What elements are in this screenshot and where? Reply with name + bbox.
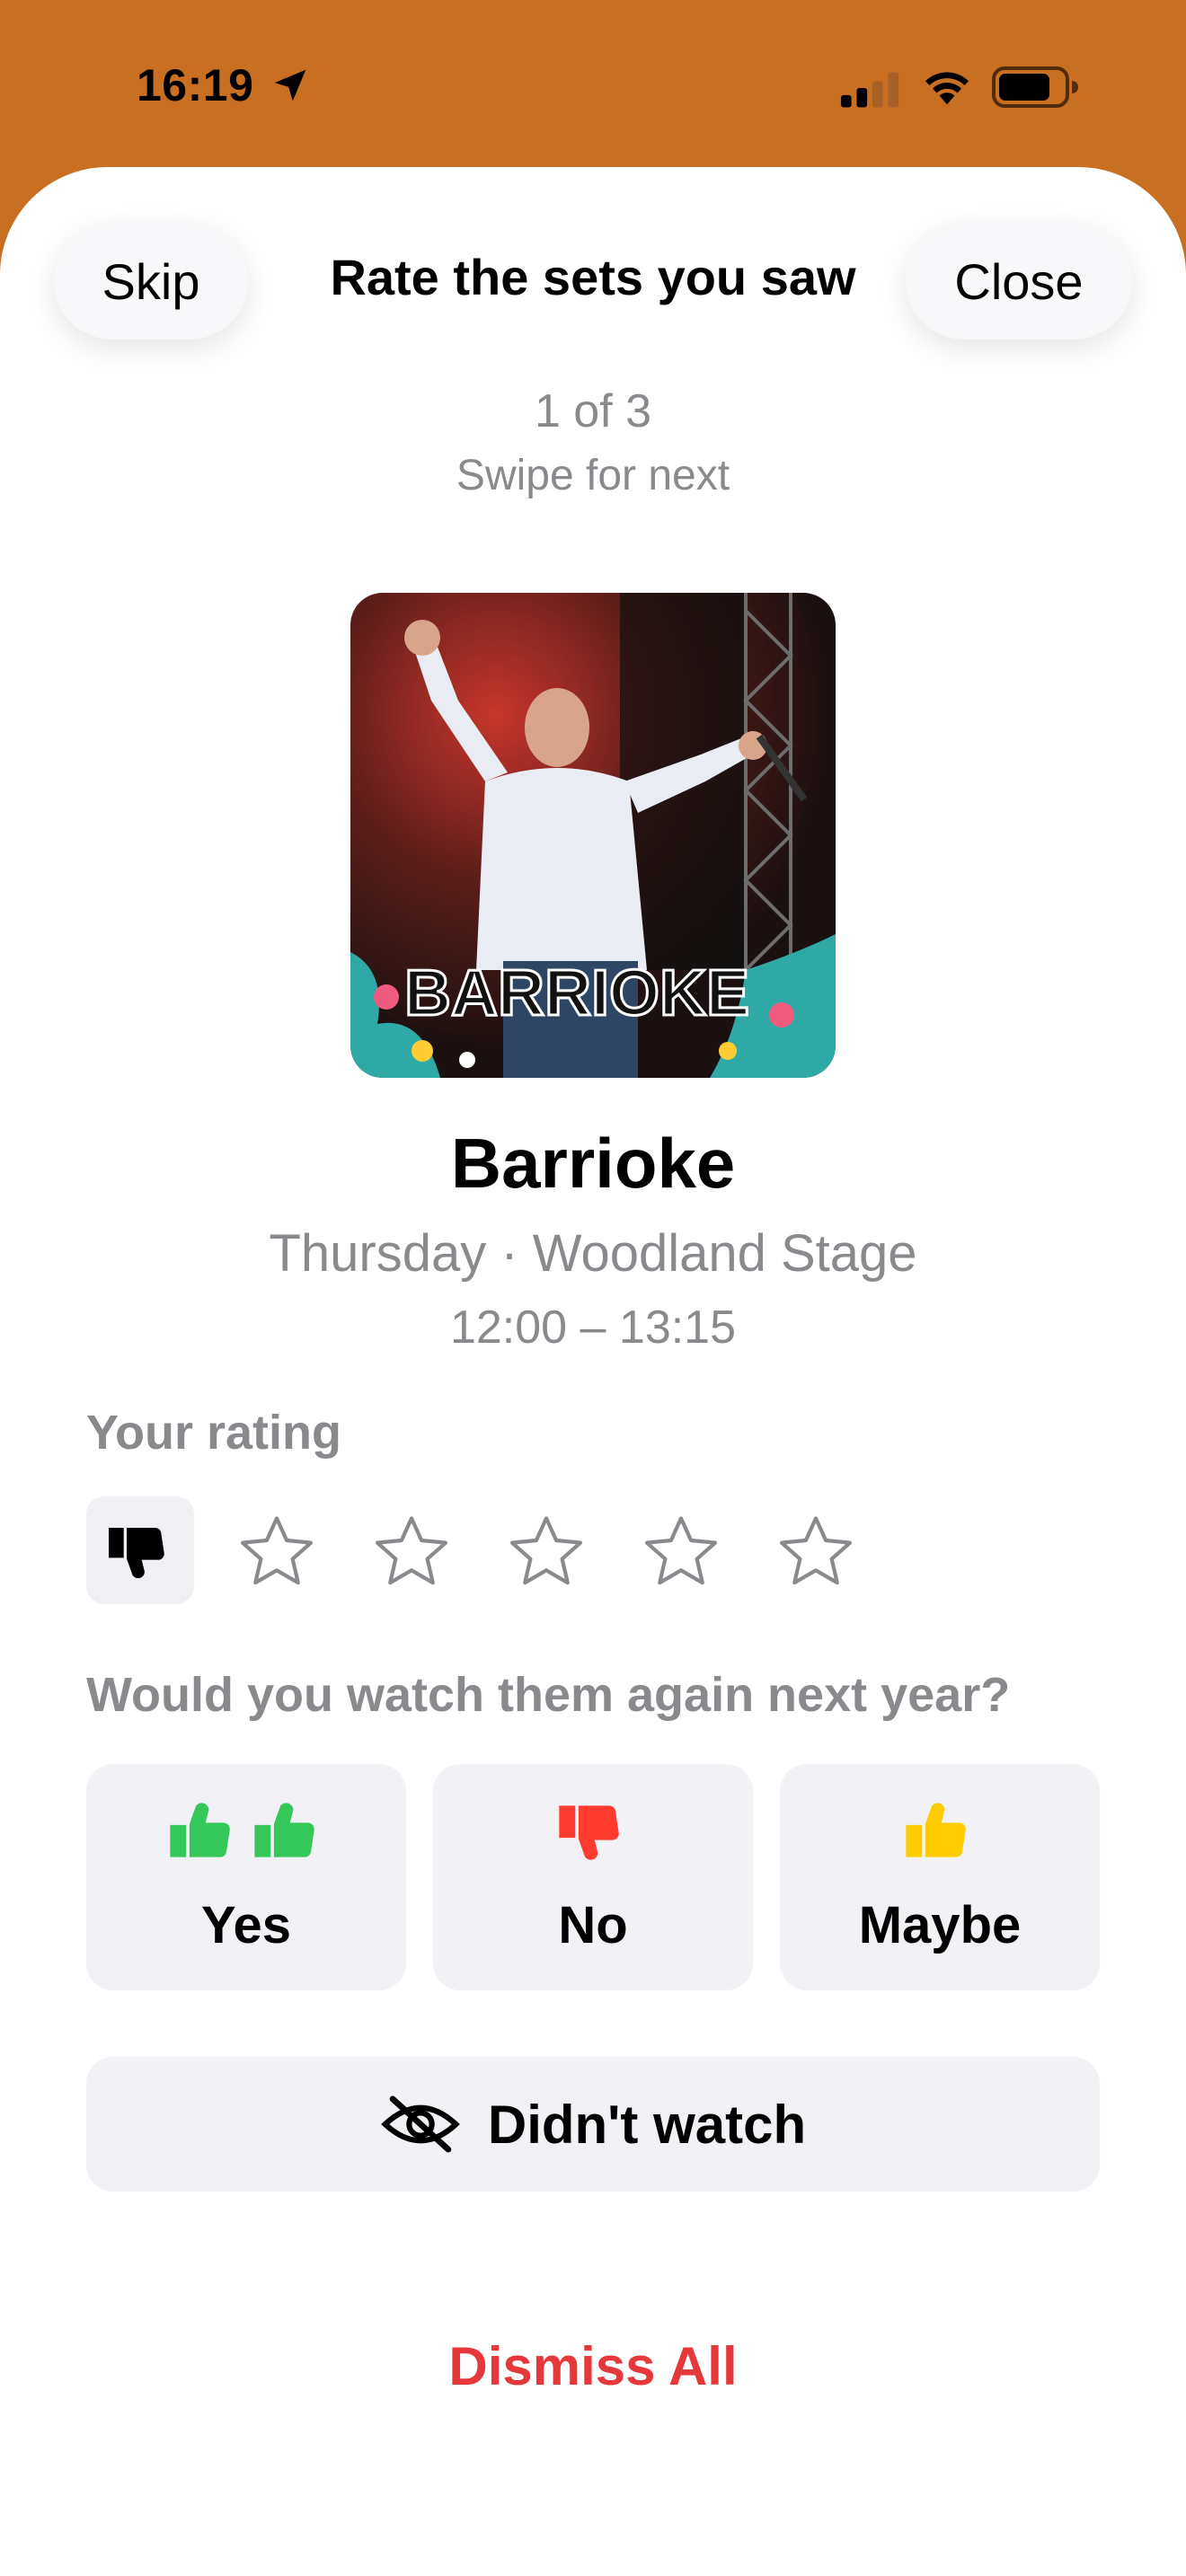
thumbs-down-rating-button[interactable] (86, 1496, 194, 1604)
thumbs-up-icon (170, 1803, 230, 1857)
star-rating-4[interactable] (640, 1511, 722, 1593)
star-rating-3[interactable] (505, 1511, 588, 1593)
no-button[interactable]: No (433, 1764, 753, 1990)
dismiss-all-button[interactable]: Dismiss All (0, 2335, 1186, 2397)
didnt-watch-label: Didn't watch (487, 2094, 807, 2155)
set-counter: 1 of 3 (534, 385, 652, 437)
status-time: 16:19 (137, 60, 254, 110)
status-bar: 16:19 (0, 0, 1186, 171)
close-button[interactable]: Close (906, 223, 1132, 340)
set-day-stage: Thursday · Woodland Stage (269, 1224, 917, 1283)
sheet-title: Rate the sets you saw (330, 249, 856, 305)
no-label: No (558, 1896, 628, 1954)
yes-label: Yes (201, 1896, 291, 1954)
thumbs-up-icon (906, 1803, 966, 1857)
thumbs-down-icon (559, 1805, 619, 1860)
star-rating-1[interactable] (235, 1511, 318, 1593)
watch-again-question: Would you watch them again next year? (86, 1668, 1011, 1722)
set-time: 12:00 – 13:15 (449, 1301, 737, 1354)
didnt-watch-button[interactable]: Didn't watch (86, 2057, 1100, 2192)
eye-slash-icon (380, 2095, 460, 2153)
artist-artwork: BARRIOKE (350, 593, 836, 1078)
artwork-logo-text: BARRIOKE (404, 957, 749, 1029)
location-arrow-icon (274, 69, 306, 101)
star-rating-2[interactable] (370, 1511, 453, 1593)
rating-label: Your rating (86, 1406, 342, 1460)
wifi-icon (925, 72, 969, 105)
cellular-signal-icon (840, 72, 899, 108)
star-rating-5[interactable] (774, 1511, 857, 1593)
yes-button[interactable]: Yes (86, 1764, 406, 1990)
thumbs-up-icon (254, 1803, 314, 1857)
thumbs-down-icon (109, 1527, 164, 1579)
battery-icon (992, 66, 1078, 108)
maybe-label: Maybe (858, 1896, 1022, 1954)
maybe-button[interactable]: Maybe (780, 1764, 1100, 1990)
rating-sheet: Skip Rate the sets you saw Close 1 of 3 … (0, 167, 1186, 2576)
swipe-hint: Swipe for next (456, 452, 730, 499)
skip-button[interactable]: Skip (54, 223, 248, 340)
artist-name: Barrioke (450, 1124, 736, 1203)
